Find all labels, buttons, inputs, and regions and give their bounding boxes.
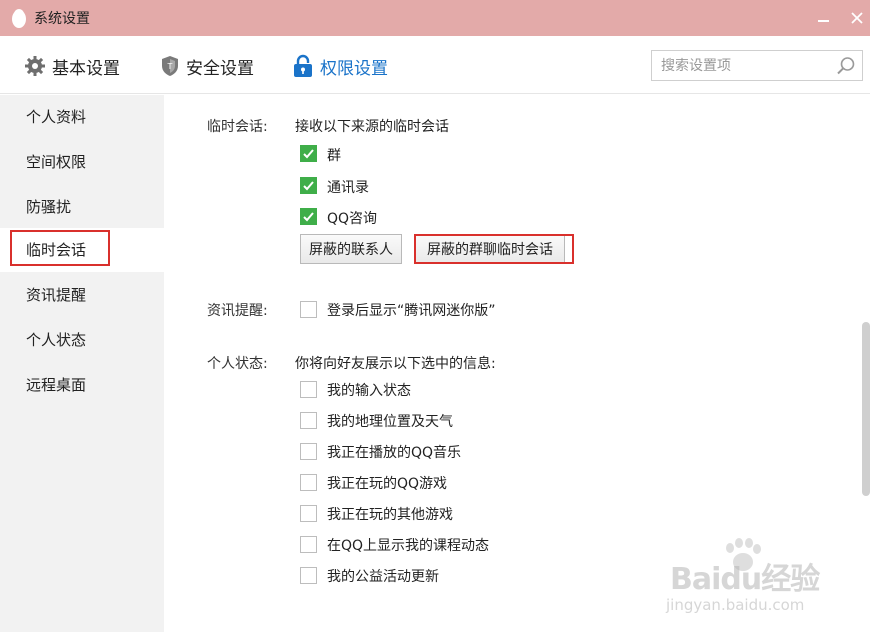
personal-status-desc: 你将向好友展示以下选中的信息: (295, 356, 496, 372)
sidebar-item-profile[interactable]: 个人资料 (0, 95, 164, 139)
personal-status-label: 个人状态: (207, 356, 268, 372)
tab-security-settings-label: 安全设置 (186, 58, 254, 79)
option-location-weather-label: 我的地理位置及天气 (327, 414, 453, 430)
scrollbar-thumb[interactable] (862, 322, 870, 496)
blocked-group-sessions-button[interactable]: 屏蔽的群聊临时会话 (415, 234, 565, 264)
shield-icon: T (162, 56, 178, 76)
sidebar-item-anti-harassment[interactable]: 防骚扰 (0, 185, 164, 229)
checkbox-charity-update[interactable] (300, 567, 317, 584)
checkbox-location-weather[interactable] (300, 412, 317, 429)
search-input[interactable] (652, 51, 832, 80)
sidebar-item-news-reminder[interactable]: 资讯提醒 (0, 273, 164, 317)
option-charity-update-label: 我的公益活动更新 (327, 569, 439, 585)
option-qq-game-label: 我正在玩的QQ游戏 (327, 476, 448, 492)
sidebar-item-personal-status[interactable]: 个人状态 (0, 318, 164, 362)
penguin-icon (12, 9, 26, 28)
sidebar-item-remote-desktop[interactable]: 远程桌面 (0, 363, 164, 407)
option-other-game-label: 我正在玩的其他游戏 (327, 507, 453, 523)
minimize-button[interactable] (812, 8, 834, 28)
option-mini-news-label: 登录后显示“腾讯网迷你版” (327, 303, 496, 319)
checkbox-group[interactable] (300, 145, 317, 162)
blocked-contacts-button[interactable]: 屏蔽的联系人 (300, 234, 402, 264)
checkbox-course-activity[interactable] (300, 536, 317, 553)
option-contacts-label: 通讯录 (327, 180, 369, 196)
option-course-activity-label: 在QQ上显示我的课程动态 (327, 538, 490, 554)
search-icon[interactable] (836, 56, 856, 76)
gear-icon (25, 56, 45, 76)
checkbox-qq-consult[interactable] (300, 208, 317, 225)
option-typing-status-label: 我的输入状态 (327, 383, 411, 399)
title-bar: 系统设置 (0, 0, 870, 36)
close-icon[interactable] (846, 7, 868, 29)
checkbox-typing-status[interactable] (300, 381, 317, 398)
lock-icon (294, 54, 312, 77)
settings-content: 临时会话: 接收以下来源的临时会话 群 通讯录 QQ咨询 屏蔽的联系人 屏蔽的群… (164, 95, 870, 632)
sidebar-item-space-permission[interactable]: 空间权限 (0, 140, 164, 184)
checkbox-qq-game[interactable] (300, 474, 317, 491)
option-qq-consult-label: QQ咨询 (327, 211, 378, 227)
search-box (651, 50, 863, 81)
checkbox-qq-music[interactable] (300, 443, 317, 460)
top-nav: 基本设置 T 安全设置 权限设置 (0, 36, 870, 94)
tab-basic-settings-label: 基本设置 (52, 58, 120, 79)
tab-security-settings[interactable]: T 安全设置 (160, 53, 254, 79)
news-reminder-label: 资讯提醒: (207, 303, 268, 319)
option-qq-music-label: 我正在播放的QQ音乐 (327, 445, 462, 461)
temp-session-label: 临时会话: (207, 119, 268, 135)
tab-permission-settings-label: 权限设置 (320, 58, 388, 79)
check-icon (303, 212, 314, 222)
tab-permission-settings[interactable]: 权限设置 (292, 53, 388, 79)
option-group-label: 群 (327, 148, 341, 164)
sidebar: 个人资料 空间权限 防骚扰 临时会话 资讯提醒 个人状态 远程桌面 (0, 95, 164, 632)
check-icon (303, 181, 314, 191)
checkbox-contacts[interactable] (300, 177, 317, 194)
temp-session-desc: 接收以下来源的临时会话 (295, 119, 449, 135)
checkbox-mini-news[interactable] (300, 301, 317, 318)
checkbox-other-game[interactable] (300, 505, 317, 522)
window-title: 系统设置 (34, 11, 90, 27)
sidebar-item-temp-session[interactable]: 临时会话 (0, 228, 164, 272)
svg-text:T: T (167, 62, 173, 71)
tab-basic-settings[interactable]: 基本设置 (24, 53, 120, 79)
check-icon (303, 149, 314, 159)
